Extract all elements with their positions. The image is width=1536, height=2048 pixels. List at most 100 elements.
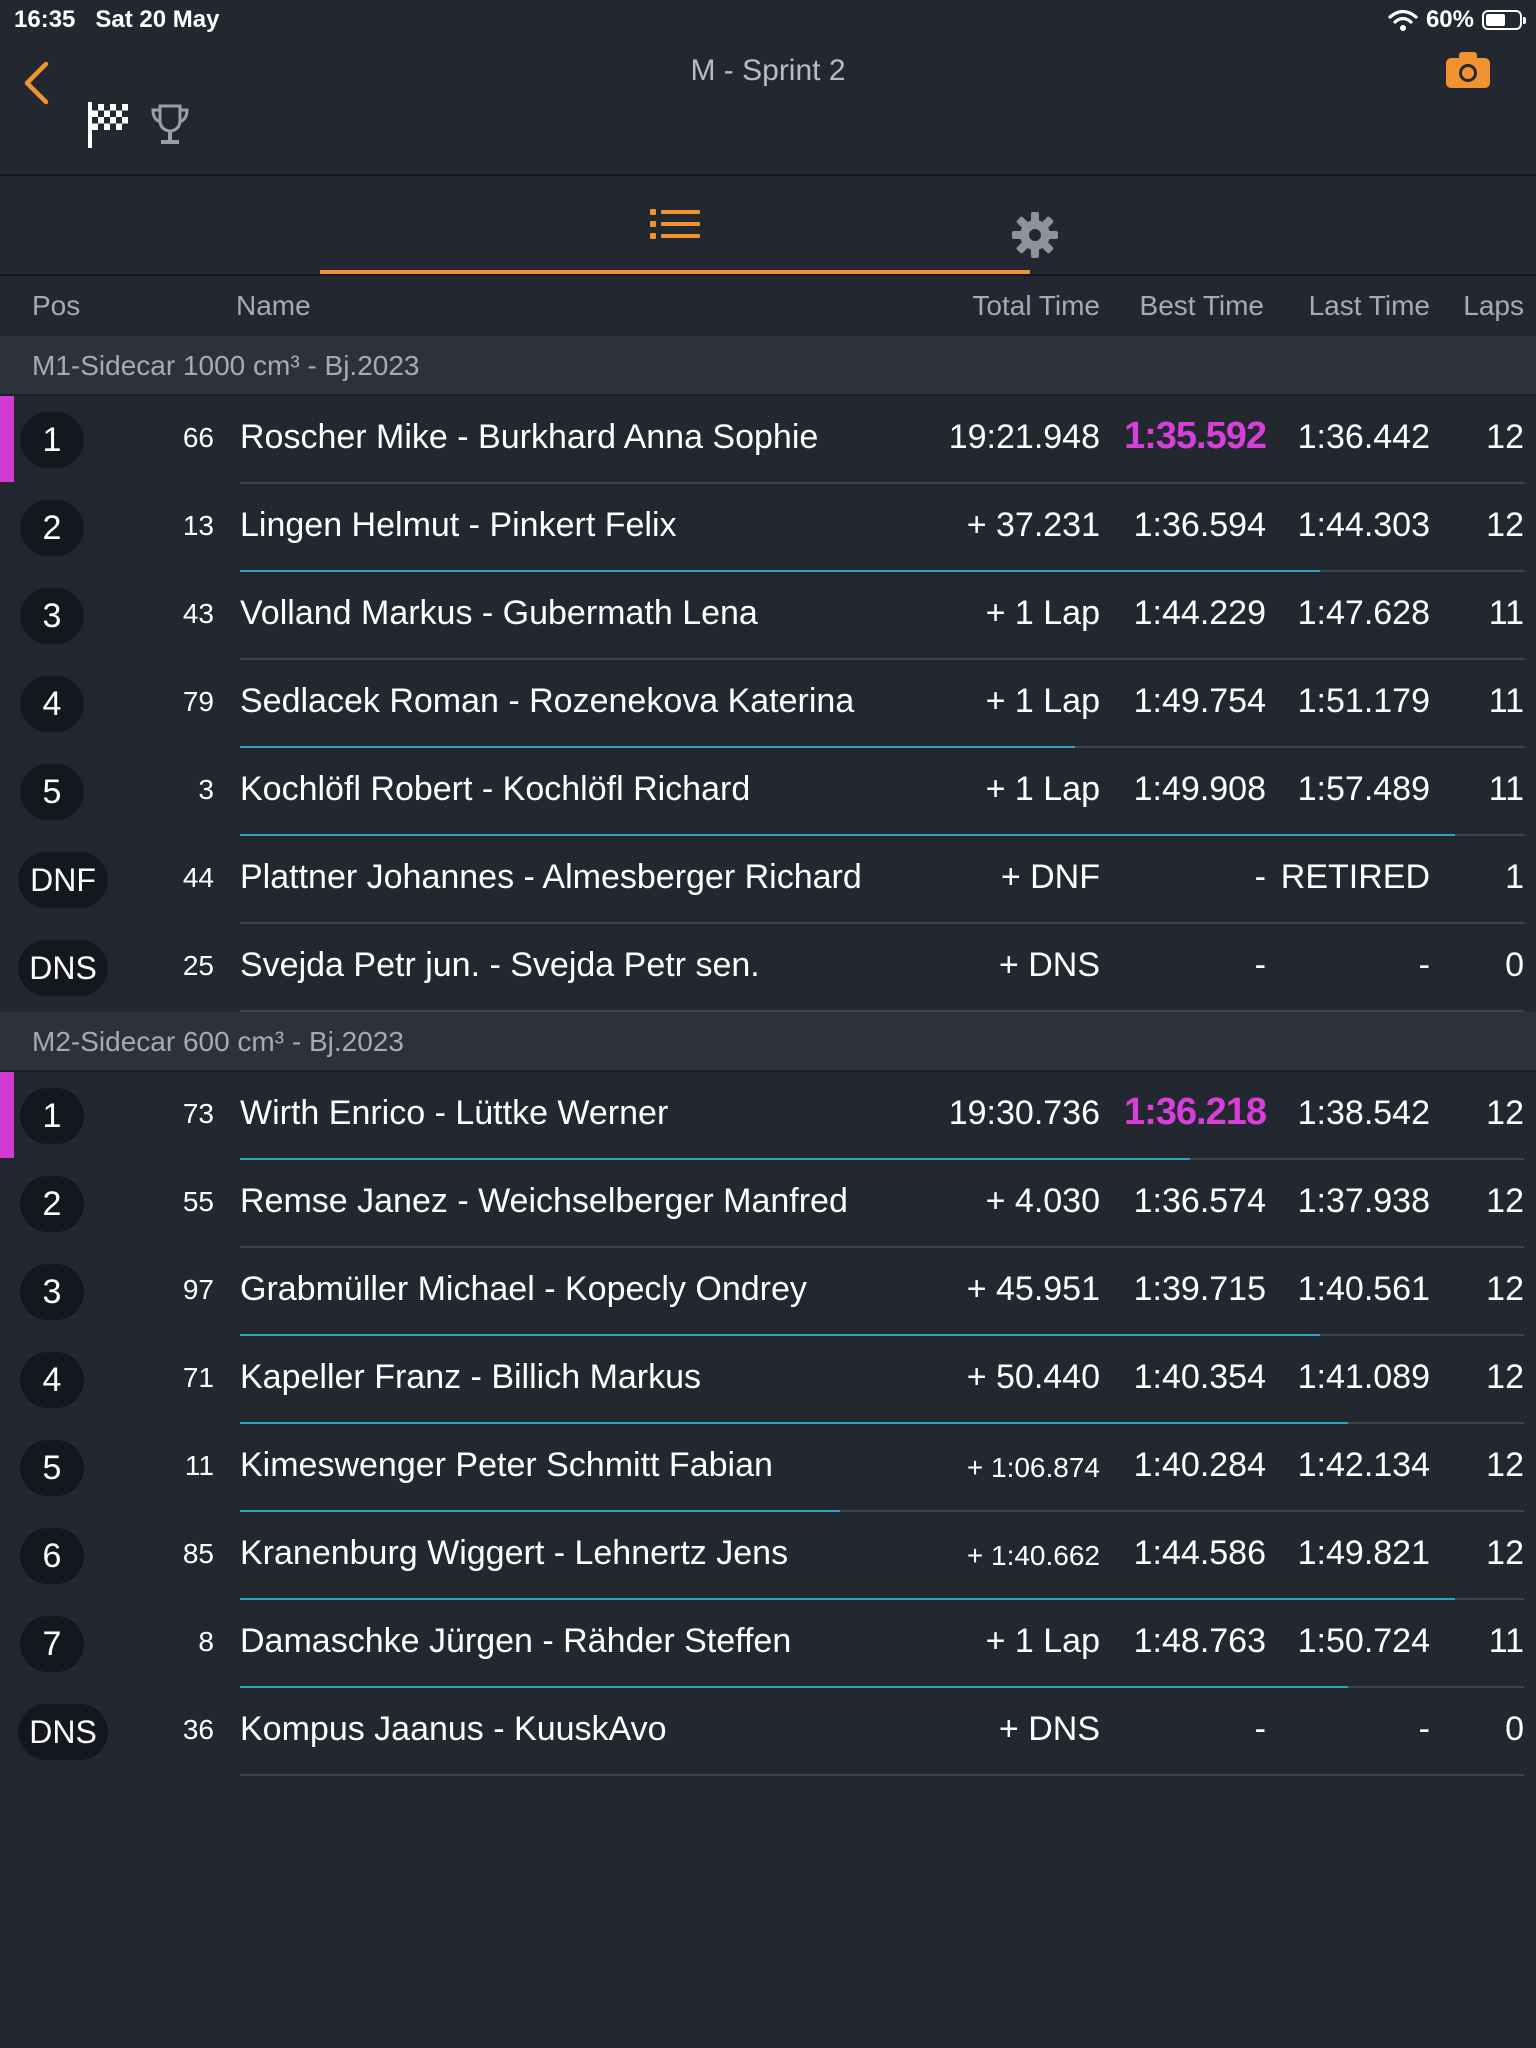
battery-icon [1482,10,1526,30]
driver-name: Roscher Mike - Burkhard Anna Sophie [240,418,819,456]
group-title: M1-Sidecar 1000 cm³ - Bj.2023 [32,350,420,381]
laps-count: 12 [1486,1270,1524,1308]
laps-count: 11 [1488,770,1524,808]
position-badge: 2 [20,500,84,556]
table-row[interactable]: DNS 36 Kompus Jaanus - KuuskAvo + DNS - - 0 [0,1688,1536,1776]
best-time: 1:44.229 [1133,594,1266,632]
last-time: - [1418,946,1430,984]
status-time: 16:35 Sat 20 May [14,6,220,33]
laps-count: 11 [1488,1622,1524,1660]
checkered-flag-icon[interactable] [86,100,132,150]
laps-count: 12 [1486,418,1524,456]
start-number: 36 [182,1714,214,1745]
best-time: 1:48.763 [1133,1622,1266,1660]
tab-bar [0,176,1536,276]
col-pos: Pos [32,290,81,321]
best-time: 1:44.586 [1133,1534,1266,1572]
table-row[interactable]: 5 11 Kimeswenger Peter Schmitt Fabian + 1:0… [0,1424,1536,1512]
group-header: M2-Sidecar 600 cm³ - Bj.2023 [0,1012,1536,1072]
best-time: 1:40.354 [1133,1358,1266,1396]
total-time: 19:30.736 [948,1094,1100,1132]
list-icon [650,209,700,239]
table-row[interactable]: 3 97 Grabmüller Michael - Kopecly Ondrey + … [0,1248,1536,1336]
driver-name: Sedlacek Roman - Rozenekova Katerina [240,682,855,720]
last-time: 1:57.489 [1297,770,1430,808]
col-best-time: Best Time [1139,290,1264,321]
start-number: 11 [184,1450,214,1481]
laps-count: 12 [1486,1534,1524,1572]
driver-name: Kapeller Franz - Billich Markus [240,1358,702,1396]
last-time: 1:38.542 [1297,1094,1430,1132]
best-time: 1:36.218 [1123,1091,1267,1133]
nav-bar: M - Sprint 2 [0,40,1536,176]
group-header: M1-Sidecar 1000 cm³ - Bj.2023 [0,336,1536,396]
start-number: 73 [182,1098,214,1129]
row-divider [240,1774,1524,1776]
total-time: + 1 Lap [985,594,1100,632]
total-time: + DNF [1000,858,1100,896]
position-badge: DNS [18,940,108,996]
start-number: 25 [182,950,214,981]
trophy-icon[interactable] [148,102,192,148]
position-badge: 4 [20,676,84,732]
best-time: - [1254,858,1266,896]
table-row[interactable]: 1 66 Roscher Mike - Burkhard Anna Sophie 19… [0,396,1536,484]
start-number: 43 [182,598,214,629]
total-time: + 1 Lap [985,1622,1100,1660]
start-number: 71 [182,1362,214,1393]
position-badge: 1 [20,412,84,468]
driver-name: Plattner Johannes - Almesberger Richard [240,858,862,896]
col-total-time: Total Time [972,290,1100,321]
table-row[interactable]: 2 13 Lingen Helmut - Pinkert Felix + 37.231… [0,484,1536,572]
start-number: 79 [182,686,214,717]
last-time: 1:37.938 [1297,1182,1430,1220]
driver-name: Volland Markus - Gubermath Lena [240,594,758,632]
laps-count: 12 [1486,1358,1524,1396]
laps-count: 12 [1486,1094,1524,1132]
battery-percent: 60% [1425,6,1474,33]
table-row[interactable]: DNF 44 Plattner Johannes - Almesberger Ric… [0,836,1536,924]
best-time: 1:36.594 [1133,506,1266,544]
camera-icon[interactable] [1444,50,1492,90]
position-badge: 5 [20,1440,84,1496]
table-row[interactable]: 5 3 Kochlöfl Robert - Kochlöfl Richard + 1 … [0,748,1536,836]
best-time: 1:36.574 [1133,1182,1266,1220]
table-row[interactable]: 4 71 Kapeller Franz - Billich Markus + 50.4… [0,1336,1536,1424]
table-row[interactable]: 3 43 Volland Markus - Gubermath Lena + 1 La… [0,572,1536,660]
total-time: + DNS [998,1710,1100,1748]
last-time: 1:49.821 [1297,1534,1430,1572]
driver-name: Svejda Petr jun. - Svejda Petr sen. [240,946,760,984]
laps-count: 12 [1486,1446,1524,1484]
position-badge: 3 [20,588,84,644]
position-badge: 1 [20,1088,84,1144]
driver-name: Lingen Helmut - Pinkert Felix [240,506,677,544]
start-number: 3 [198,774,214,805]
start-number: 8 [198,1626,214,1657]
driver-name: Kranenburg Wiggert - Lehnertz Jens [240,1534,789,1572]
page-title: M - Sprint 2 [690,54,846,87]
best-time: 1:35.592 [1123,415,1267,457]
start-number: 66 [182,422,214,453]
best-time: 1:49.908 [1133,770,1266,808]
last-time: 1:42.134 [1297,1446,1430,1484]
table-row[interactable]: 7 8 Damaschke Jürgen - Rähder Steffen + 1 L… [0,1600,1536,1688]
table-row[interactable]: 1 73 Wirth Enrico - Lüttke Werner 19:30.736… [0,1072,1536,1160]
table-row[interactable]: 6 85 Kranenburg Wiggert - Lehnertz Jens + 1… [0,1512,1536,1600]
last-time: 1:47.628 [1297,594,1430,632]
tab-results-list[interactable] [320,176,1030,274]
best-time: 1:39.715 [1133,1270,1266,1308]
last-time: 1:44.303 [1297,506,1430,544]
laps-count: 0 [1505,1710,1524,1748]
last-time: 1:41.089 [1297,1358,1430,1396]
best-time: - [1254,946,1266,984]
table-row[interactable]: 4 79 Sedlacek Roman - Rozenekova Katerina +… [0,660,1536,748]
best-time: 1:49.754 [1133,682,1266,720]
gear-icon[interactable] [1010,210,1060,260]
col-laps: Laps [1463,290,1524,321]
total-time: + 50.440 [966,1358,1100,1396]
table-row[interactable]: DNS 25 Svejda Petr jun. - Svejda Petr sen.… [0,924,1536,1012]
status-right: 60% [1388,6,1526,34]
last-time: RETIRED [1280,858,1430,896]
position-badge: DNS [18,1704,108,1760]
table-row[interactable]: 2 55 Remse Janez - Weichselberger Manfred +… [0,1160,1536,1248]
